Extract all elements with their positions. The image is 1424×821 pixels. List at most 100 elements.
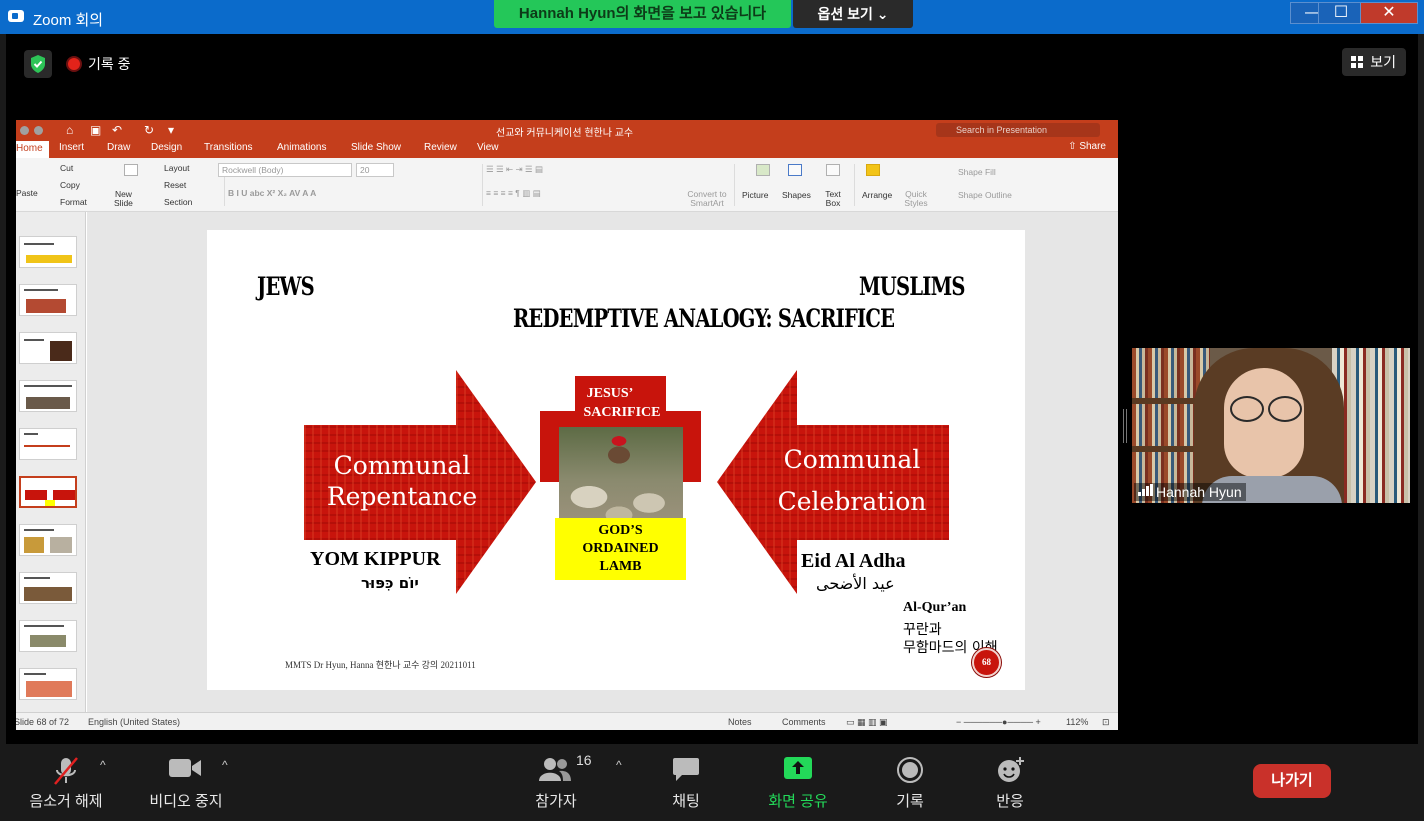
quran-label: Al-Qur’an: [903, 600, 967, 615]
paste-button[interactable]: Paste: [16, 188, 38, 198]
tab-view[interactable]: View: [477, 142, 499, 153]
bullets-button[interactable]: ☰ ☰ ⇤ ⇥ ☰ ▤: [486, 164, 543, 175]
participant-face: [1224, 368, 1304, 478]
chat-icon: [673, 758, 699, 781]
glasses-shape: [1226, 396, 1306, 422]
shape-outline-button[interactable]: Shape Outline: [958, 190, 1012, 200]
view-options-button[interactable]: 옵션 보기 ⌄: [793, 0, 913, 28]
recording-indicator[interactable]: 기록 중: [60, 50, 139, 78]
ppt-share-button[interactable]: ⇧ Share: [1068, 141, 1106, 152]
view-button[interactable]: 보기: [1342, 48, 1406, 76]
unmute-button[interactable]: 음소거 해제: [20, 752, 112, 814]
slide-thumbnail-selected[interactable]: [19, 476, 77, 508]
cut-button[interactable]: Cut: [60, 163, 73, 173]
tab-insert[interactable]: Insert: [59, 142, 84, 153]
format-painter-button[interactable]: Format: [60, 197, 87, 207]
ppt-ribbon: Paste Cut Copy Format New Slide Layout R…: [16, 158, 1118, 212]
slide-thumbnail[interactable]: [19, 236, 77, 268]
slide-thumbnail[interactable]: [19, 572, 77, 604]
zoom-slider[interactable]: − ──────●──── +: [956, 717, 1041, 727]
language-indicator[interactable]: English (United States): [88, 717, 180, 727]
leave-meeting-button[interactable]: 나가기: [1253, 764, 1331, 798]
security-shield-icon[interactable]: [24, 50, 52, 78]
tab-review[interactable]: Review: [424, 142, 457, 153]
left-arrow-line2: Repentance: [326, 482, 478, 511]
fit-slide-icon[interactable]: ⊡: [1102, 717, 1110, 728]
close-button[interactable]: ✕: [1360, 2, 1418, 24]
notes-button[interactable]: Notes: [728, 717, 752, 727]
tab-design[interactable]: Design: [151, 142, 182, 153]
slide-thumbnail[interactable]: [19, 620, 77, 652]
arrange-button[interactable]: Arrange: [862, 190, 892, 200]
slide-left-header: JEWS: [257, 272, 315, 301]
convert-smartart-button[interactable]: Convert to SmartArt: [684, 190, 730, 208]
section-button[interactable]: Section: [164, 197, 192, 207]
window-dot-icon[interactable]: [20, 126, 29, 135]
bold-button[interactable]: B I U abc X² X₂ AV A A: [228, 188, 316, 198]
ppt-share-label: Share: [1079, 141, 1106, 152]
slide-thumbnail[interactable]: [19, 380, 77, 412]
right-arrow-line2: Celebration: [777, 487, 927, 516]
record-icon: [897, 757, 923, 783]
tab-slide-show[interactable]: Slide Show: [351, 142, 401, 153]
quick-styles-button[interactable]: Quick Styles: [902, 190, 930, 208]
save-icon[interactable]: ▣: [90, 123, 101, 137]
maximize-button[interactable]: ☐: [1318, 2, 1364, 24]
slide-thumbnail[interactable]: [19, 668, 77, 700]
window-titlebar: Zoom 회의 Hannah Hyun의 화면을 보고 있습니다 옵션 보기 ⌄…: [0, 0, 1424, 34]
audio-options-caret-icon[interactable]: ^: [100, 758, 106, 772]
copy-button[interactable]: Copy: [60, 180, 80, 190]
zoom-app-icon: [8, 10, 24, 22]
current-slide[interactable]: JEWS MUSLIMS REDEMPTIVE ANALOGY: SACRIFI…: [207, 230, 1025, 690]
stop-video-button[interactable]: 비디오 중지: [140, 752, 232, 814]
participants-label: 참가자: [535, 793, 577, 810]
font-name-select[interactable]: Rockwell (Body): [218, 163, 352, 177]
zoom-level[interactable]: 112%: [1066, 717, 1088, 727]
shepherd-sheep-image: [559, 427, 683, 523]
shape-fill-button[interactable]: Shape Fill: [958, 167, 996, 177]
view-label: 보기: [1370, 54, 1396, 70]
share-screen-button[interactable]: 화면 공유: [754, 752, 842, 814]
slide-thumbnail[interactable]: [19, 524, 77, 556]
record-button[interactable]: 기록: [878, 752, 942, 814]
meeting-toolbar: 음소거 해제 ^ 비디오 중지 ^ 참가자 16 ^ 채팅 화면 공유 기록 반…: [6, 744, 1418, 821]
participants-caret-icon[interactable]: ^: [616, 758, 622, 772]
yom-kippur-hebrew: יוֹם כִּפּוּר: [361, 574, 419, 592]
ppt-search-input[interactable]: Search in Presentation: [936, 123, 1100, 137]
slide-thumbnail[interactable]: [19, 332, 77, 364]
text-box-button[interactable]: Text Box: [822, 190, 844, 208]
reset-button[interactable]: Reset: [164, 180, 186, 190]
customize-icon[interactable]: ▾: [168, 123, 174, 137]
cross-line1: JESUS’: [586, 386, 634, 401]
reactions-button[interactable]: 반응: [978, 752, 1042, 814]
recording-label: 기록 중: [88, 56, 131, 72]
tab-home[interactable]: Home: [16, 141, 49, 158]
comments-button[interactable]: Comments: [782, 717, 826, 727]
new-slide-button[interactable]: New Slide: [114, 190, 133, 208]
video-options-caret-icon[interactable]: ^: [222, 758, 228, 772]
align-buttons[interactable]: ≡ ≡ ≡ ≡ ¶ ▥ ▤: [486, 188, 541, 199]
shapes-button[interactable]: Shapes: [782, 190, 811, 200]
participant-video[interactable]: Hannah Hyun: [1132, 348, 1410, 503]
view-mode-icons[interactable]: ▭ ▦ ▥ ▣: [846, 717, 888, 728]
tab-draw[interactable]: Draw: [107, 142, 130, 153]
ppt-ribbon-tabs: Home Insert Draw Design Transitions Anim…: [16, 140, 1118, 158]
tab-transitions[interactable]: Transitions: [204, 142, 253, 153]
layout-button[interactable]: Layout: [164, 163, 190, 173]
ribbon-divider: [482, 164, 483, 206]
font-size-select[interactable]: 20: [356, 163, 394, 177]
window-dot-icon[interactable]: [34, 126, 43, 135]
picture-button[interactable]: Picture: [742, 190, 768, 200]
signal-bars-icon: [1138, 484, 1153, 496]
grid-view-icon: [1351, 56, 1365, 68]
slide-thumbnail[interactable]: [19, 428, 77, 460]
home-icon[interactable]: ⌂: [66, 123, 73, 137]
chat-button[interactable]: 채팅: [654, 752, 718, 814]
slide-thumbnail[interactable]: [19, 284, 77, 316]
shared-screen-powerpoint: ⌂ ▣ ↶ ↻ ▾ 선교와 커뮤니케이션 현한나 교수 Search in Pr…: [16, 120, 1118, 730]
panel-splitter-handle[interactable]: [1123, 409, 1127, 443]
redo-icon[interactable]: ↻: [144, 123, 154, 137]
undo-icon[interactable]: ↶: [112, 123, 122, 137]
chat-label: 채팅: [672, 793, 700, 810]
tab-animations[interactable]: Animations: [277, 142, 326, 153]
